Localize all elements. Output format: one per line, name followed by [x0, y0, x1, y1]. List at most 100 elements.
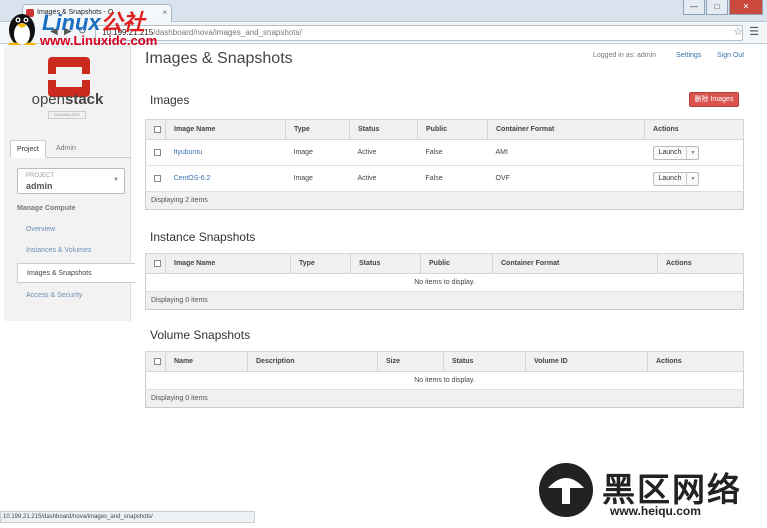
- row-checkbox[interactable]: [154, 174, 161, 182]
- delete-images-button[interactable]: 删除 Images: [689, 92, 739, 107]
- status-cell: Active: [349, 165, 418, 192]
- format-cell: AMI: [487, 139, 645, 166]
- launch-button[interactable]: Launch ▼: [652, 171, 700, 186]
- instance-snapshots-title: Instance Snapshots: [150, 230, 256, 244]
- column-header[interactable]: Volume ID: [525, 351, 648, 372]
- column-header: Actions: [657, 253, 744, 274]
- select-all-checkbox-cell[interactable]: [145, 351, 166, 372]
- window-controls: — □ ✕: [682, 0, 763, 15]
- column-header[interactable]: Type: [290, 253, 351, 274]
- launch-label: Launch: [658, 174, 682, 182]
- tab-project[interactable]: Project: [10, 140, 46, 158]
- image-name-cell: ttyubuntu: [165, 139, 286, 166]
- sidebar-section-title: Manage Compute: [17, 205, 76, 212]
- column-header[interactable]: Container Format: [487, 119, 645, 140]
- images-section-title: Images: [150, 93, 190, 107]
- tab-admin[interactable]: Admin: [50, 140, 82, 158]
- mushroom-watermark-icon: [539, 463, 593, 517]
- row-checkbox-cell[interactable]: [145, 165, 166, 192]
- watermark-title-cn: 公社: [100, 10, 145, 35]
- column-header[interactable]: Status: [443, 351, 526, 372]
- launch-button[interactable]: Launch ▼: [652, 145, 700, 160]
- heiqu-watermark: 黑区网络 www.heiqu.com: [536, 462, 762, 522]
- column-header[interactable]: Container Format: [492, 253, 658, 274]
- column-header[interactable]: Status: [350, 253, 421, 274]
- row-checkbox-cell[interactable]: [145, 139, 166, 166]
- caret-down-icon[interactable]: ▼: [686, 146, 698, 159]
- project-label: PROJECT: [26, 173, 55, 179]
- minimize-button[interactable]: —: [683, 0, 705, 15]
- sidebar-tabs: Project Admin: [10, 140, 131, 158]
- select-all-checkbox-cell[interactable]: [145, 119, 166, 140]
- project-selector[interactable]: PROJECT admin ▼: [17, 168, 125, 194]
- select-all-checkbox[interactable]: [154, 125, 161, 133]
- sidebar: openstack DASHBOARD Project Admin PROJEC…: [4, 45, 135, 321]
- row-checkbox[interactable]: [154, 148, 161, 156]
- table-row: ttyubuntu Image Active False AMI Launch ▼: [145, 139, 744, 166]
- select-all-checkbox-cell[interactable]: [145, 253, 166, 274]
- table-row: CentOS-6.2 Image Active False OVF Launch…: [145, 165, 744, 192]
- public-cell: False: [417, 165, 488, 192]
- select-all-checkbox[interactable]: [154, 259, 161, 267]
- column-header[interactable]: Image Name: [165, 253, 291, 274]
- volume-snapshots-title: Volume Snapshots: [150, 328, 251, 342]
- address-bar[interactable]: 10.199.21.215/dashboard/nova/images_and_…: [95, 25, 743, 41]
- browser-menu-icon[interactable]: ☰: [749, 25, 759, 38]
- browser-status-bar: 10.199.21.215/dashboard/nova/images_and_…: [0, 511, 255, 523]
- close-window-button[interactable]: ✕: [729, 0, 763, 15]
- type-cell: Image: [285, 165, 350, 192]
- launch-label: Launch: [658, 148, 682, 156]
- table-empty-row: No items to display.: [145, 371, 744, 390]
- watermark-bottom-url: www.heiqu.com: [610, 504, 701, 518]
- instance-snapshots-table: Image Name Type Status Public Container …: [145, 253, 744, 310]
- column-header[interactable]: Image Name: [165, 119, 286, 140]
- table-footer-text: Displaying 0 items: [145, 389, 744, 408]
- project-value: admin: [26, 181, 53, 191]
- watermark-title-main: Linux: [42, 10, 101, 35]
- logo-open: open: [31, 91, 65, 108]
- column-header[interactable]: Size: [377, 351, 444, 372]
- column-header[interactable]: Public: [420, 253, 493, 274]
- maximize-button[interactable]: □: [706, 0, 728, 15]
- sidebar-item-instances-volumes[interactable]: Instances & Volumes: [17, 241, 135, 261]
- column-header[interactable]: Description: [247, 351, 378, 372]
- column-header[interactable]: Public: [417, 119, 488, 140]
- openstack-wordmark: openstack: [4, 91, 131, 108]
- image-name-link[interactable]: CentOS-6.2: [174, 175, 211, 182]
- image-name-link[interactable]: ttyubuntu: [174, 149, 203, 156]
- select-all-checkbox[interactable]: [154, 357, 161, 365]
- table-footer-text: Displaying 0 items: [145, 291, 744, 310]
- table-empty-row: No items to display.: [145, 273, 744, 292]
- sign-out-link[interactable]: Sign Out: [717, 52, 744, 59]
- column-header[interactable]: Type: [285, 119, 350, 140]
- settings-link[interactable]: Settings: [676, 52, 701, 59]
- sidebar-item-images-snapshots[interactable]: Images & Snapshots: [17, 263, 135, 283]
- sidebar-item-access-security[interactable]: Access & Security: [17, 286, 135, 306]
- logged-in-text: Logged in as: admin: [593, 52, 657, 59]
- format-cell: OVF: [487, 165, 645, 192]
- type-cell: Image: [285, 139, 350, 166]
- empty-message: No items to display.: [145, 273, 744, 292]
- caret-down-icon[interactable]: ▼: [686, 172, 698, 185]
- table-footer: Displaying 0 items: [145, 389, 744, 408]
- sidebar-item-overview[interactable]: Overview: [17, 220, 135, 240]
- table-header-row: Name Description Size Status Volume ID A…: [145, 351, 744, 372]
- tab-close-icon[interactable]: ×: [162, 5, 167, 21]
- public-cell: False: [417, 139, 488, 166]
- bookmark-star-icon[interactable]: ☆: [733, 25, 743, 38]
- url-path: /dashboard/nova/images_and_snapshots/: [153, 28, 302, 37]
- actions-cell: Launch ▼: [644, 165, 744, 192]
- logo-subtitle: DASHBOARD: [48, 111, 86, 119]
- page-title: Images & Snapshots: [145, 50, 293, 67]
- page-header: Images & Snapshots Logged in as: admin S…: [131, 45, 753, 75]
- table-footer: Displaying 0 items: [145, 291, 744, 310]
- volume-snapshots-table: Name Description Size Status Volume ID A…: [145, 351, 744, 408]
- column-header[interactable]: Name: [165, 351, 248, 372]
- column-header: Actions: [647, 351, 744, 372]
- table-footer: Displaying 2 items: [145, 191, 744, 210]
- status-cell: Active: [349, 139, 418, 166]
- actions-cell: Launch ▼: [644, 139, 744, 166]
- empty-message: No items to display.: [145, 371, 744, 390]
- column-header[interactable]: Status: [349, 119, 418, 140]
- image-name-cell: CentOS-6.2: [165, 165, 286, 192]
